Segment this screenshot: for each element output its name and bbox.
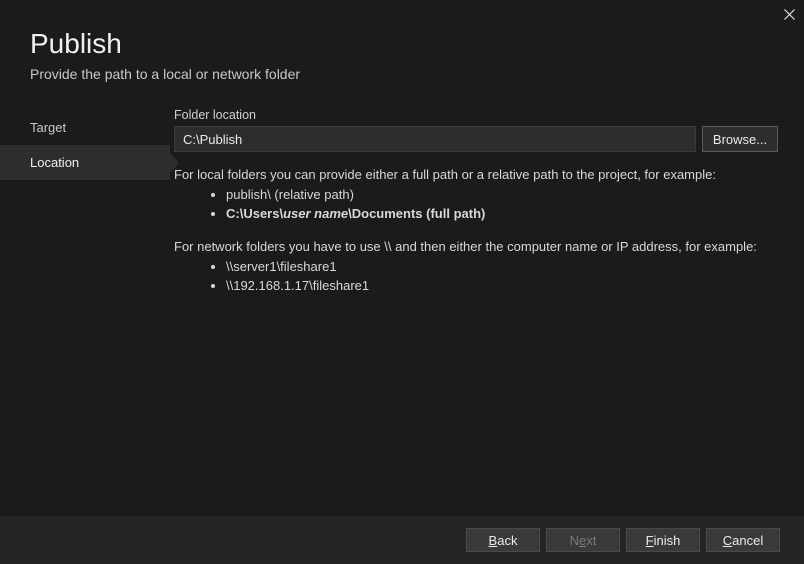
wizard-steps-sidebar: Target Location (0, 104, 170, 309)
help-example-full: C:\Users\user name\Documents (full path) (226, 205, 778, 223)
help-local-intro: For local folders you can provide either… (174, 166, 778, 184)
help-example-net2: \\192.168.1.17\fileshare1 (226, 277, 778, 295)
page-title: Publish (30, 28, 774, 60)
help-example-net1: \\server1\fileshare1 (226, 258, 778, 276)
finish-button[interactable]: Finish (626, 528, 700, 552)
dialog-footer: Back Next Finish Cancel (0, 516, 804, 564)
back-button[interactable]: Back (466, 528, 540, 552)
titlebar (0, 0, 804, 30)
folder-location-input[interactable] (174, 126, 696, 152)
next-button: Next (546, 528, 620, 552)
close-icon[interactable] (774, 0, 804, 28)
help-example-relative: publish\ (relative path) (226, 186, 778, 204)
step-location[interactable]: Location (0, 145, 170, 180)
folder-location-label: Folder location (174, 108, 778, 122)
help-network-intro: For network folders you have to use \\ a… (174, 238, 778, 256)
wizard-content: Folder location Browse... For local fold… (170, 104, 804, 309)
help-text: For local folders you can provide either… (174, 166, 778, 295)
page-subtitle: Provide the path to a local or network f… (30, 66, 774, 82)
step-target[interactable]: Target (0, 110, 170, 145)
browse-button[interactable]: Browse... (702, 126, 778, 152)
cancel-button[interactable]: Cancel (706, 528, 780, 552)
